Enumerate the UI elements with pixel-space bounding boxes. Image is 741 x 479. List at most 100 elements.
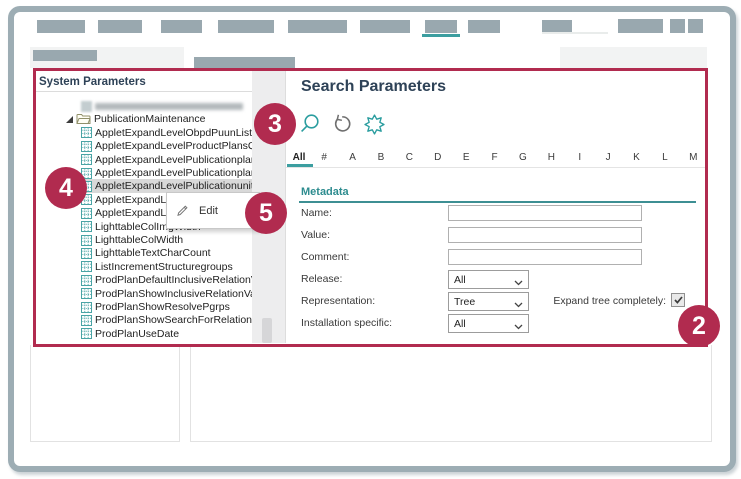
redacted-menu-item[interactable]	[468, 20, 500, 33]
tab-c[interactable]: C	[395, 152, 423, 163]
redacted-menu-item[interactable]	[425, 20, 457, 33]
annotation-badge-5: 5	[245, 192, 287, 234]
tree-item[interactable]: ProdPlanShowSearchForRelationRelations	[35, 313, 252, 327]
search-parameters-panel: Search Parameters All # A B C D E F G H I J K L M Meta…	[285, 70, 708, 343]
parameter-icon	[81, 207, 92, 219]
tree-item-label: ProdPlanDefaultInclusiveRelationVariants	[95, 274, 252, 287]
parameter-icon	[81, 301, 92, 313]
tree-item-label: ProdPlanShowInclusiveRelationVariants	[95, 287, 252, 300]
redacted-menu-item[interactable]	[618, 19, 663, 33]
tree-item[interactable]: ProdPlanShowResolvePgrps	[35, 300, 252, 314]
tab-f[interactable]: F	[480, 152, 508, 163]
parameter-icon	[81, 328, 92, 340]
form-row-name: Name:	[286, 204, 708, 224]
panel-title-divider	[35, 91, 252, 92]
tree-item[interactable]: ProdPlanDefaultInclusiveRelationVariants	[35, 273, 252, 287]
redacted-menu-item[interactable]	[98, 20, 142, 33]
tree-item[interactable]: ProdPlanUseDate	[35, 327, 252, 341]
tab-b[interactable]: B	[367, 152, 395, 163]
undo-button[interactable]	[328, 110, 356, 138]
tab-hash[interactable]: #	[310, 152, 338, 163]
form-row-release: Release: All	[286, 270, 708, 290]
redacted-menu-item[interactable]	[37, 20, 85, 33]
scrollbar-thumb[interactable]	[262, 318, 272, 343]
parameter-icon	[81, 314, 92, 326]
parameter-icon	[81, 288, 92, 300]
tab-h[interactable]: H	[537, 152, 565, 163]
field-label: Comment:	[301, 251, 350, 263]
tree-item[interactable]: AppletExpandLevelPublicationplans1	[35, 153, 252, 167]
form-row-representation: Representation: Tree Expand tree completel…	[286, 292, 708, 312]
search-icon	[298, 112, 322, 136]
select-value: All	[454, 273, 466, 286]
tab-all[interactable]: All	[288, 152, 310, 163]
tree-item[interactable]: ProdPlanShowInclusiveRelationVariants	[35, 287, 252, 301]
tree-item[interactable]: ListIncrementStructuregroups	[35, 260, 252, 274]
tab-a[interactable]: A	[338, 152, 366, 163]
parameter-icon	[81, 261, 92, 273]
redacted-menu-item[interactable]	[670, 19, 685, 33]
redacted-menu-item[interactable]	[360, 20, 410, 33]
release-select[interactable]: All	[448, 270, 529, 289]
name-input[interactable]	[448, 205, 642, 221]
redacted-menu-item[interactable]	[218, 20, 274, 33]
field-label: Representation:	[301, 295, 376, 307]
redacted-text	[95, 102, 243, 110]
tree-item-redacted[interactable]	[35, 99, 252, 113]
undo-icon	[331, 113, 353, 135]
active-tab[interactable]	[184, 47, 560, 68]
panel-title: System Parameters	[39, 76, 146, 88]
redacted-menu-item[interactable]	[288, 20, 347, 33]
tree-item-label: AppletExpandLevelObpdPuunList	[95, 126, 252, 139]
field-label: Release:	[301, 273, 343, 285]
advanced-search-button[interactable]	[360, 110, 388, 138]
redacted-tab-label[interactable]	[33, 50, 97, 61]
redacted-menu-item[interactable]	[161, 20, 202, 33]
tab-k[interactable]: K	[622, 152, 650, 163]
tree-item[interactable]: AppletExpandLevelProductPlansQueryPro	[35, 139, 252, 153]
metadata-heading: Metadata	[301, 186, 349, 198]
parameter-icon	[81, 234, 92, 246]
annotation-badge-4: 4	[45, 167, 87, 209]
tree-item-label: ProdPlanShowResolvePgrps	[95, 301, 230, 313]
left-panel-tabstrip	[30, 47, 180, 68]
tree-item-label: AppletExpandLevelProductPlansQueryPro	[95, 140, 252, 153]
tree-folder-publicationmaintenance[interactable]: PublicationMaintenance	[35, 112, 252, 126]
parameter-icon	[81, 154, 92, 166]
expand-tree-label: Expand tree completely:	[553, 295, 666, 307]
tree-item-label: AppletExpandLevelPublicationplans2	[95, 167, 252, 179]
tree-item-label: ProdPlanShowSearchForRelationRelations	[95, 314, 252, 327]
representation-select[interactable]: Tree	[448, 292, 529, 311]
expand-tree-checkbox[interactable]	[671, 293, 685, 307]
tab-i[interactable]: I	[566, 152, 594, 163]
tab-d[interactable]: D	[424, 152, 452, 163]
left-panel-body	[30, 345, 180, 442]
installation-specific-select[interactable]: All	[448, 314, 529, 333]
tree-item-label: LighttableColWidth	[95, 234, 184, 246]
tab-j[interactable]: J	[594, 152, 622, 163]
folder-icon	[76, 113, 91, 125]
field-label: Value:	[301, 229, 330, 241]
advanced-search-icon	[363, 113, 385, 135]
tree-item[interactable]: LighttableColWidth	[35, 233, 252, 247]
comment-input[interactable]	[448, 249, 642, 265]
parameter-icon	[81, 140, 92, 152]
form-row-value: Value:	[286, 226, 708, 246]
tree-item[interactable]: AppletExpandLevelObpdPuunList	[35, 126, 252, 140]
expand-arrow-icon[interactable]	[66, 115, 73, 123]
tabbar-divider	[286, 167, 708, 168]
value-input[interactable]	[448, 227, 642, 243]
search-button[interactable]	[296, 110, 324, 138]
tree-item-label: ProdPlanUseDate	[95, 327, 180, 340]
tree-item-label: PublicationMaintenance	[94, 113, 206, 126]
tab-g[interactable]: G	[509, 152, 537, 163]
parameter-icon	[81, 221, 92, 233]
tab-m[interactable]: M	[679, 152, 707, 163]
redacted-menu-item[interactable]	[688, 19, 703, 33]
tab-l[interactable]: L	[651, 152, 679, 163]
tree-item[interactable]: LighttableTextCharCount	[35, 246, 252, 260]
tab-e[interactable]: E	[452, 152, 480, 163]
select-value: Tree	[454, 295, 476, 308]
parameter-icon	[81, 274, 92, 286]
parameter-icon	[81, 127, 92, 139]
